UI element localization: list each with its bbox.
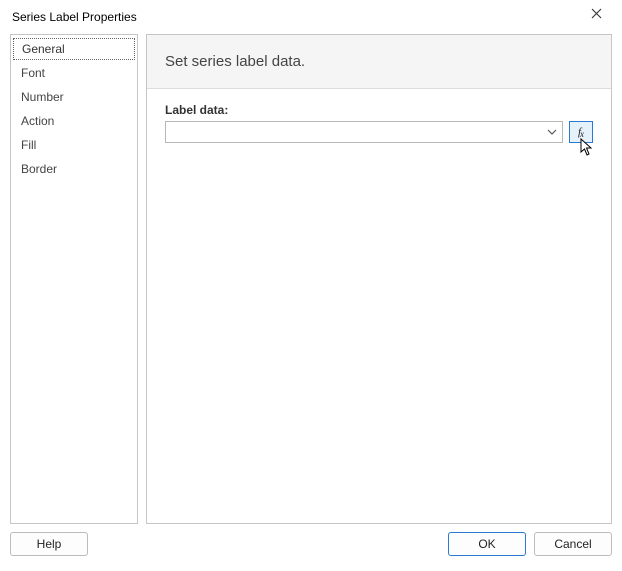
label-data-label: Label data:	[165, 103, 593, 117]
expression-button[interactable]: fx	[569, 121, 593, 143]
label-data-row: fx	[165, 121, 593, 143]
main-panel: Set series label data. Label data: fx	[146, 34, 612, 524]
cursor-icon	[580, 138, 596, 161]
sidebar-item-action[interactable]: Action	[11, 109, 137, 133]
dialog-body: General Font Number Action Fill Border S…	[0, 34, 622, 524]
sidebar-item-label: Action	[21, 114, 54, 128]
sidebar-item-label: General	[22, 42, 65, 56]
sidebar-item-label: Border	[21, 162, 57, 176]
fx-icon: fx	[578, 126, 584, 138]
sidebar-item-label: Number	[21, 90, 64, 104]
sidebar-item-border[interactable]: Border	[11, 157, 137, 181]
category-sidebar: General Font Number Action Fill Border	[10, 34, 138, 524]
sidebar-item-font[interactable]: Font	[11, 61, 137, 85]
close-icon	[591, 8, 602, 22]
help-button[interactable]: Help	[10, 532, 88, 556]
label-data-dropdown[interactable]	[165, 121, 563, 143]
sidebar-item-fill[interactable]: Fill	[11, 133, 137, 157]
sidebar-item-label: Font	[21, 66, 45, 80]
sidebar-item-general[interactable]: General	[13, 38, 135, 60]
ok-button[interactable]: OK	[448, 532, 526, 556]
titlebar: Series Label Properties	[0, 0, 622, 34]
panel-body: Label data: fx	[147, 89, 611, 523]
chevron-down-icon	[544, 127, 560, 137]
cancel-button[interactable]: Cancel	[534, 532, 612, 556]
window-title: Series Label Properties	[12, 10, 137, 24]
sidebar-item-number[interactable]: Number	[11, 85, 137, 109]
dialog-footer: Help OK Cancel	[0, 524, 622, 566]
panel-heading: Set series label data.	[147, 35, 611, 89]
sidebar-item-label: Fill	[21, 138, 36, 152]
close-button[interactable]	[576, 1, 616, 29]
